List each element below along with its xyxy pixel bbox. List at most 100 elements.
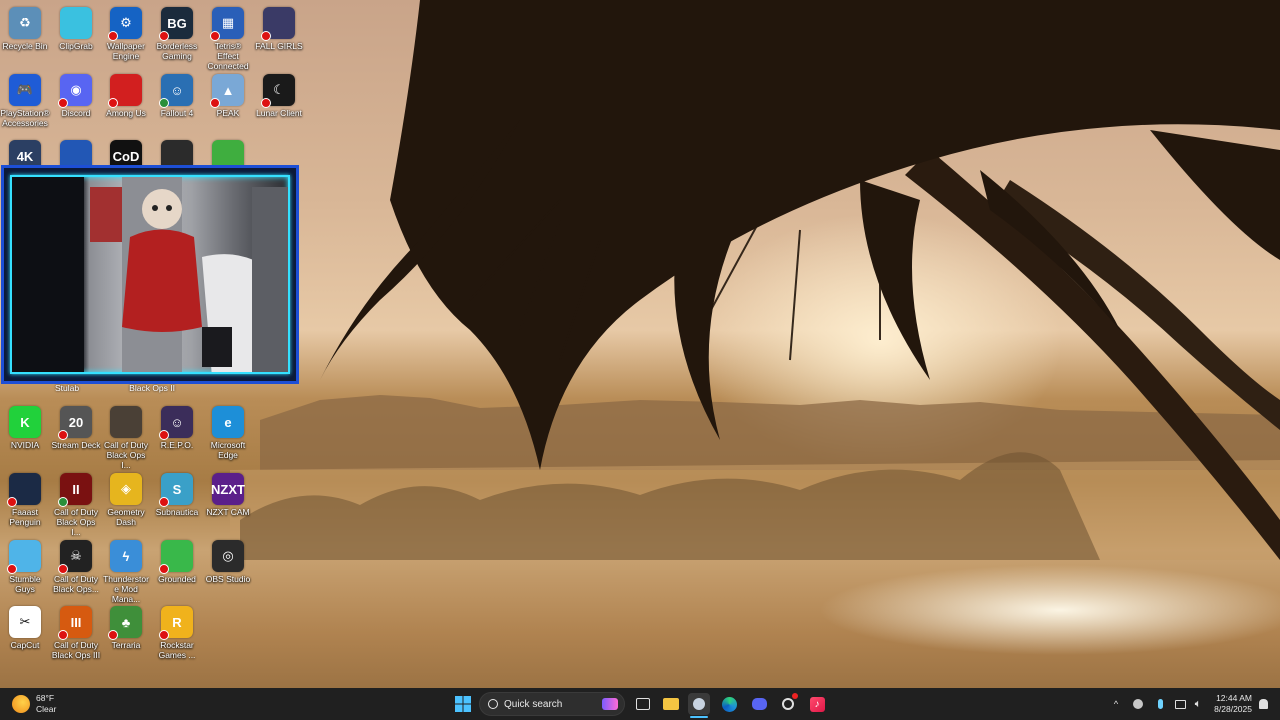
borderless-gaming-icon: BG bbox=[159, 7, 193, 41]
windows-logo-icon bbox=[455, 696, 471, 712]
sync-error-badge-icon bbox=[210, 31, 220, 41]
file-explorer-icon[interactable] bbox=[660, 693, 682, 715]
desktop-icon-label: Among Us bbox=[106, 108, 146, 118]
desktop-icon-label: Stumble Guys bbox=[9, 574, 41, 594]
desktop-icon-peak[interactable]: ▲ PEAK bbox=[203, 72, 253, 136]
webcam-overlay[interactable] bbox=[1, 165, 299, 384]
desktop-icon-playstation-accessories[interactable]: 🎮 PlayStation® Accessories bbox=[0, 72, 50, 136]
task-view-icon[interactable] bbox=[632, 693, 654, 715]
obs-studio-icon: ◎ bbox=[212, 540, 244, 572]
clipgrab-icon bbox=[60, 7, 92, 39]
desktop-icon-capcut[interactable]: ✂ CapCut bbox=[0, 604, 50, 668]
desktop-icon-lunar-client[interactable]: ☾ Lunar Client bbox=[254, 72, 304, 136]
desktop-icon-call-of-duty-black-ops-iii[interactable]: III Call of Duty Black Ops III bbox=[51, 604, 101, 668]
webcam-feed bbox=[10, 175, 290, 374]
desktop-icon-nzxt-cam[interactable]: NZXT NZXT CAM bbox=[203, 471, 253, 535]
sync-error-badge-icon bbox=[261, 31, 271, 41]
desktop-icon-thunderstore-mod-mana[interactable]: ϟ Thunderstore Mod Mana... bbox=[101, 538, 151, 604]
desktop-icon-discord[interactable]: ◉ Discord bbox=[51, 72, 101, 136]
desktop-icon-rockstar-games[interactable]: R Rockstar Games ... bbox=[152, 604, 202, 668]
weather-sun-icon bbox=[12, 695, 30, 713]
desktop-icon-microsoft-edge[interactable]: e Microsoft Edge bbox=[203, 404, 253, 468]
desktop-icon-label: Lunar Client bbox=[256, 108, 302, 118]
geometry-dash-icon: ◈ bbox=[110, 473, 142, 505]
weather-temp: 68°F bbox=[36, 693, 55, 703]
faaast-penguin-icon bbox=[7, 473, 41, 507]
start-icon[interactable] bbox=[452, 693, 474, 715]
desktop-icon-call-of-duty-black-ops-i[interactable]: II Call of Duty Black Ops I... bbox=[51, 471, 101, 537]
steam-icon[interactable] bbox=[688, 693, 710, 715]
search-highlight-icon bbox=[602, 698, 618, 710]
network-icon[interactable] bbox=[1172, 693, 1188, 715]
call-of-duty-black-ops-icon: ☠ bbox=[58, 540, 92, 574]
search-placeholder: Quick search bbox=[504, 698, 563, 710]
notification-bell-icon[interactable] bbox=[1256, 693, 1270, 715]
desktop-icon-label: Call of Duty Black Ops I... bbox=[54, 507, 98, 537]
sync-error-badge-icon bbox=[159, 430, 169, 440]
desktop-icon-recycle-bin[interactable]: ♻ Recycle Bin bbox=[0, 5, 50, 69]
sync-error-badge-icon bbox=[159, 630, 169, 640]
grounded-icon bbox=[159, 540, 193, 574]
desktop-icon-clipgrab[interactable]: ClipGrab bbox=[51, 5, 101, 69]
thunderstore-mod-mana-icon: ϟ bbox=[110, 540, 142, 572]
desktop-icon-tetris-effect-connected[interactable]: ▦ Tetris® Effect Connected bbox=[203, 5, 253, 71]
desktop-icon-geometry-dash[interactable]: ◈ Geometry Dash bbox=[101, 471, 151, 535]
show-hidden-icons-chevron-icon[interactable]: ^ bbox=[1108, 693, 1124, 715]
desktop-icon-subnautica[interactable]: S Subnautica bbox=[152, 471, 202, 535]
sync-error-badge-icon bbox=[7, 564, 17, 574]
tray-app-icon[interactable] bbox=[1130, 693, 1146, 715]
call-of-duty-black-ops-i-icon: II bbox=[58, 473, 92, 507]
sync-error-badge-icon bbox=[58, 430, 68, 440]
weather-widget[interactable]: 68°F Clear bbox=[12, 693, 56, 715]
subnautica-icon: S bbox=[159, 473, 193, 507]
playstation-accessories-icon: 🎮 bbox=[9, 74, 41, 106]
music-icon[interactable]: ♪ bbox=[806, 693, 828, 715]
desktop-icon-label: Call of Duty Black Ops III bbox=[51, 640, 101, 660]
desktop-icon-fallout-4[interactable]: ☺ Fallout 4 bbox=[152, 72, 202, 136]
desktop-icon-call-of-duty-black-ops[interactable]: ☠ Call of Duty Black Ops... bbox=[51, 538, 101, 602]
discord-icon[interactable] bbox=[748, 693, 770, 715]
sync-error-badge-icon bbox=[108, 98, 118, 108]
edge-icon[interactable] bbox=[718, 693, 740, 715]
desktop-icon-call-of-duty-black-ops-i[interactable]: Call of Duty Black Ops I... bbox=[101, 404, 151, 470]
search-box[interactable]: Quick search bbox=[479, 692, 625, 716]
fallout-4-icon: ☺ bbox=[159, 74, 193, 108]
stream-deck-icon: 20 bbox=[58, 406, 92, 440]
nzxt-cam-icon: NZXT bbox=[211, 473, 245, 505]
sync-error-badge-icon bbox=[159, 497, 169, 507]
desktop-icon-fall-girls[interactable]: FALL GIRLS bbox=[254, 5, 304, 69]
volume-icon[interactable]: 🔈︎ bbox=[1190, 693, 1206, 715]
desktop-icon-label: CapCut bbox=[10, 640, 40, 650]
desktop-icon-among-us[interactable]: Among Us bbox=[101, 72, 151, 136]
fall-girls-icon bbox=[261, 7, 295, 41]
desktop-icon-stream-deck[interactable]: 20 Stream Deck bbox=[51, 404, 101, 468]
stumble-guys-icon bbox=[7, 540, 41, 574]
sync-error-badge-icon bbox=[7, 497, 17, 507]
sync-ok-badge-icon bbox=[58, 497, 68, 507]
desktop-icon-stumble-guys[interactable]: Stumble Guys bbox=[0, 538, 50, 602]
desktop-icon-label: R.E.P.O. bbox=[160, 440, 194, 450]
desktop-icon-grounded[interactable]: Grounded bbox=[152, 538, 202, 602]
desktop-icon-label: ClipGrab bbox=[59, 41, 93, 51]
microphone-icon[interactable] bbox=[1152, 693, 1168, 715]
desktop-icon-obs-studio[interactable]: ◎ OBS Studio bbox=[203, 538, 253, 602]
sync-error-badge-icon bbox=[159, 564, 169, 574]
call-of-duty-black-ops-iii-icon: III bbox=[58, 606, 92, 640]
desktop-icon-r-e-p-o[interactable]: ☺ R.E.P.O. bbox=[152, 404, 202, 468]
desktop-icon-label: Geometry Dash bbox=[107, 507, 145, 527]
sync-error-badge-icon bbox=[261, 98, 271, 108]
desktop-icon-label: Microsoft Edge bbox=[210, 440, 246, 460]
peak-icon: ▲ bbox=[210, 74, 244, 108]
sync-ok-badge-icon bbox=[159, 98, 169, 108]
desktop-icon-faaast-penguin[interactable]: Faaast Penguin bbox=[0, 471, 50, 535]
desktop-icon-terraria[interactable]: ♣ Terraria bbox=[101, 604, 151, 668]
desktop-icon-label: Terraria bbox=[111, 640, 141, 650]
settings-icon[interactable] bbox=[777, 693, 799, 715]
desktop-icon-label: PEAK bbox=[216, 108, 240, 118]
desktop-icon-label: Thunderstore Mod Mana... bbox=[103, 574, 149, 604]
desktop-icon-wallpaper-engine[interactable]: ⚙ Wallpaper Engine bbox=[101, 5, 151, 69]
desktop-icon-borderless-gaming[interactable]: BG Borderless Gaming bbox=[152, 5, 202, 69]
search-icon bbox=[488, 699, 498, 709]
clock[interactable]: 12:44 AM 8/28/2025 bbox=[1210, 693, 1252, 715]
desktop-icon-nvidia[interactable]: K NVIDIA bbox=[0, 404, 50, 468]
